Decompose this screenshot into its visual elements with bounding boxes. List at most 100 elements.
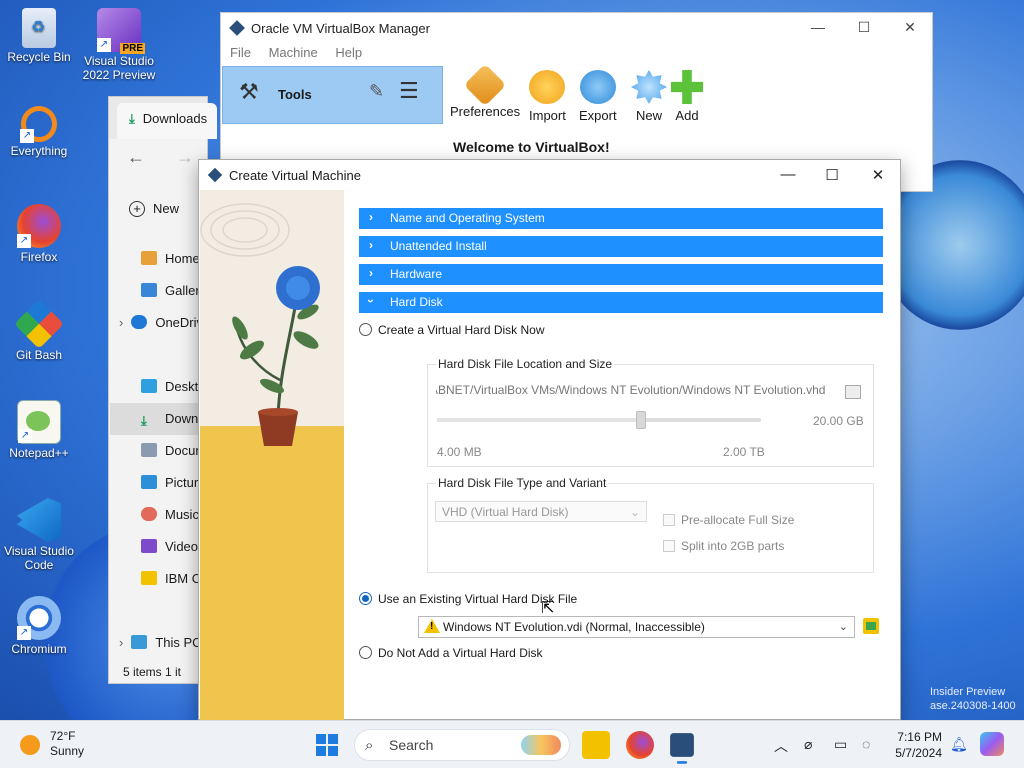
shortcut-arrow-icon: ↗	[17, 234, 31, 248]
firefox-taskbar-icon[interactable]	[626, 731, 654, 759]
explorer-tab-downloads[interactable]: ⤓ Downloads	[117, 103, 217, 139]
radio-create-virtual-hard-disk[interactable]: Create a Virtual Hard Disk Now	[359, 323, 545, 337]
maximize-button[interactable]: ☐	[809, 166, 855, 184]
illustration-floor	[200, 426, 344, 720]
checkbox-preallocate[interactable]: Pre-allocate Full Size	[663, 513, 794, 527]
export-button[interactable]: Export	[579, 70, 617, 123]
search-icon: ⌕	[365, 737, 374, 754]
new-starburst-icon	[631, 70, 667, 104]
close-button[interactable]: ✕	[887, 19, 933, 36]
notification-bell-icon[interactable]: 🔔︎	[950, 736, 968, 753]
forward-arrow-icon[interactable]: →	[176, 147, 194, 167]
disk-type-select[interactable]: VHD (Virtual Hard Disk) ⌄	[435, 501, 647, 522]
preferences-label: Preferences	[450, 104, 521, 119]
download-icon: ⤓	[141, 413, 147, 428]
pre-badge: PRE	[120, 43, 145, 54]
minimize-button[interactable]: —	[795, 19, 841, 35]
chevron-right-icon: ›	[369, 210, 373, 224]
minimize-button[interactable]: —	[765, 166, 811, 183]
menu-file[interactable]: File	[230, 45, 251, 60]
list-menu-icon[interactable]: ☰	[399, 78, 419, 104]
dialog-title: Create Virtual Machine	[229, 168, 361, 183]
display-icon[interactable]: ▭	[834, 736, 847, 753]
maximize-button[interactable]: ☐	[841, 19, 887, 36]
disk-size-value[interactable]: 20.00 GB	[813, 414, 864, 428]
choose-disk-file-icon[interactable]	[863, 618, 879, 634]
section-label: Name and Operating System	[390, 211, 545, 225]
preferences-button[interactable]: Preferences	[450, 63, 521, 119]
documents-icon	[141, 443, 157, 457]
file-explorer-window[interactable]: ⤓ Downloads ← → + New Home Gallery › OneDri…	[108, 96, 231, 684]
vbm-menu-bar: File Machine Help	[221, 45, 932, 65]
desktop-icon-label: Visual Studio Code	[4, 544, 74, 572]
vbm-title: Oracle VM VirtualBox Manager	[251, 21, 430, 36]
search-placeholder: Search	[389, 737, 434, 753]
radio-indicator	[359, 323, 372, 336]
desktop-icon-label: Visual Studio 2022 Preview	[82, 54, 156, 82]
shortcut-arrow-icon: ↗	[18, 429, 32, 443]
virtualbox-taskbar-icon[interactable]	[670, 733, 694, 764]
create-vm-dialog[interactable]: Create Virtual Machine — ☐ ✕ › Name and O…	[198, 159, 901, 720]
pin-icon[interactable]: ✎	[369, 81, 384, 102]
close-button[interactable]: ✕	[855, 166, 901, 184]
desktop-icon-everything[interactable]: ↗ Everything	[0, 106, 78, 158]
slider-thumb[interactable]	[636, 411, 647, 429]
section-unattended-install[interactable]: › Unattended Install	[359, 236, 883, 257]
menu-help[interactable]: Help	[335, 45, 362, 60]
desktop-icon-chromium[interactable]: ↗ Chromium	[0, 596, 78, 656]
section-hardware[interactable]: › Hardware	[359, 264, 883, 285]
radio-no-virtual-disk[interactable]: Do Not Add a Virtual Hard Disk	[359, 646, 543, 660]
everything-search-icon: ↗	[20, 106, 57, 143]
desktop-icon-git-bash[interactable]: Git Bash	[0, 299, 78, 362]
weather-widget[interactable]: 72°F Sunny	[20, 729, 84, 759]
copilot-icon[interactable]	[980, 732, 1004, 756]
file-explorer-taskbar-icon[interactable]	[582, 731, 610, 759]
folder-browse-icon[interactable]	[845, 385, 861, 399]
section-name-and-os[interactable]: › Name and Operating System	[359, 208, 883, 229]
clock[interactable]: 7:16 PM 5/7/2024	[888, 729, 942, 761]
desktop-icon-recycle-bin[interactable]: ♻ Recycle Bin	[0, 8, 78, 64]
radio-indicator	[359, 592, 372, 605]
shortcut-arrow-icon: ↗	[97, 38, 111, 52]
new-vm-button[interactable]: New	[631, 70, 667, 123]
start-button[interactable]	[316, 734, 338, 756]
desktop-icon-label: Firefox	[20, 250, 58, 264]
menu-machine[interactable]: Machine	[269, 45, 318, 60]
disk-size-slider[interactable]	[437, 411, 761, 429]
disk-type-value: VHD (Virtual Hard Disk)	[442, 505, 569, 519]
desktop-icon-label: Everything	[10, 144, 68, 158]
import-button[interactable]: Import	[529, 70, 566, 123]
export-icon	[579, 70, 616, 104]
existing-disk-combobox[interactable]: Windows NT Evolution.vdi (Normal, Inacce…	[418, 616, 855, 638]
explorer-tab-bar: ⤓ Downloads	[109, 97, 217, 139]
network-offline-icon[interactable]: ⌀	[804, 736, 812, 753]
sidebar-label: This PC	[155, 635, 202, 650]
add-vm-button[interactable]: Add	[671, 70, 703, 123]
desktop-icon-vscode[interactable]: Visual Studio Code	[0, 498, 78, 572]
desktop-icon-visual-studio-preview[interactable]: PRE ↗ Visual Studio 2022 Preview	[80, 8, 158, 82]
section-hard-disk[interactable]: › Hard Disk	[359, 292, 883, 313]
checkbox-split-2gb[interactable]: Split into 2GB parts	[663, 539, 784, 553]
desktop-icon-notepad-plus-plus[interactable]: ↗ Notepad++	[0, 400, 78, 460]
tools-panel[interactable]: ⚒ Tools ✎ ☰	[222, 66, 443, 124]
add-label: Add	[675, 108, 699, 123]
disk-path-field[interactable]: ABNET/VirtualBox VMs/Windows NT Evolutio…	[436, 383, 836, 403]
sidebar-item-this-pc[interactable]: › This PC	[119, 635, 209, 650]
shortcut-arrow-icon: ↗	[17, 626, 31, 640]
sidebar-label: Home	[165, 251, 200, 266]
taskbar-search[interactable]: ⌕ Search	[354, 729, 570, 761]
sidebar-item-downloads[interactable]: ⤓Downloads	[110, 403, 208, 435]
section-label: Hard Disk	[390, 295, 443, 309]
desktop-folder-icon	[141, 379, 157, 393]
welcome-heading: Welcome to VirtualBox!	[453, 139, 610, 155]
checkbox-indicator	[663, 540, 675, 552]
wizard-illustration	[200, 190, 344, 720]
explorer-new-button[interactable]: + New	[129, 201, 179, 217]
existing-disk-value: Windows NT Evolution.vdi (Normal, Inacce…	[443, 620, 705, 634]
volume-muted-icon[interactable]: ◌	[862, 736, 870, 752]
back-arrow-icon[interactable]: ←	[127, 147, 145, 167]
desktop-icon-firefox[interactable]: ↗ Firefox	[0, 204, 78, 264]
chevron-up-icon[interactable]: ︿	[774, 736, 788, 756]
sidebar-item-onedrive[interactable]: › OneDrive	[119, 315, 209, 330]
export-label: Export	[579, 108, 617, 123]
